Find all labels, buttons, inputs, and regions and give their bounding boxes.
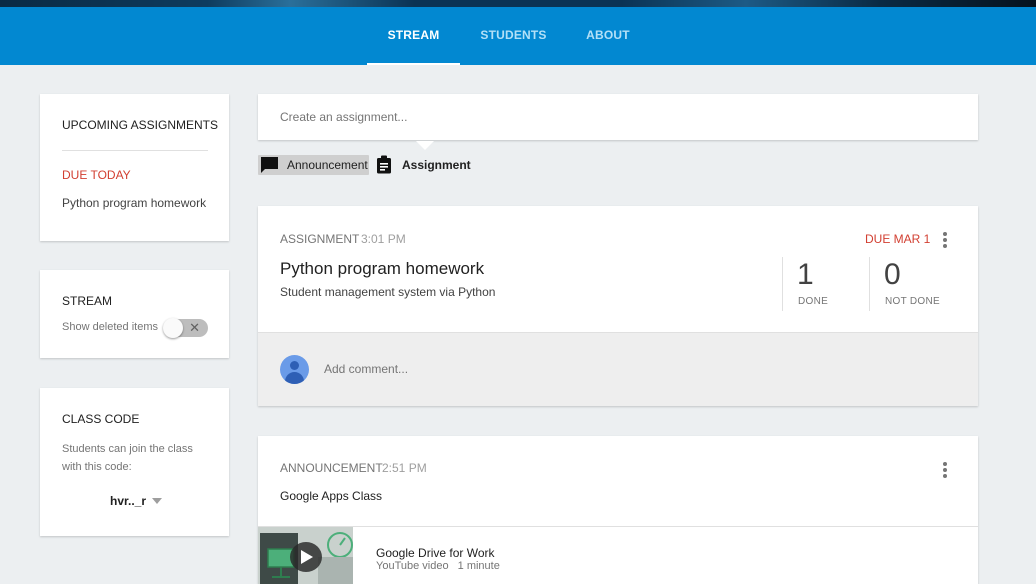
create-assignment-composer[interactable]: Create an assignment... (258, 94, 978, 150)
assignment-button[interactable]: Assignment (374, 155, 474, 175)
assignment-description: Student management system via Python (280, 285, 496, 299)
play-icon (301, 550, 313, 564)
tab-about[interactable]: ABOUT (574, 7, 642, 65)
show-deleted-label: Show deleted items (62, 321, 158, 333)
divider (62, 150, 208, 151)
done-label: DONE (798, 296, 829, 307)
announcement-post-card: ANNOUNCEMENT 2:51 PM Google Apps Class G… (258, 436, 978, 584)
post-type-label: ANNOUNCEMENT (280, 461, 383, 475)
composer-pointer (416, 141, 434, 150)
comment-section: Add comment... (258, 332, 978, 406)
create-assignment-input[interactable]: Create an assignment... (280, 110, 407, 124)
upcoming-assignments-title: UPCOMING ASSIGNMENTS (62, 118, 219, 132)
caret-down-icon[interactable] (152, 498, 162, 504)
done-count[interactable]: 1 (797, 258, 814, 292)
class-code-value: hvr.._r (110, 494, 147, 508)
announcement-button[interactable]: Announcement (258, 155, 369, 175)
assignment-title[interactable]: Python program homework (280, 259, 484, 279)
speech-bubble-icon (261, 157, 278, 173)
video-attachment[interactable]: Google Drive for Work YouTube video 1 mi… (258, 526, 978, 584)
announcement-button-label: Announcement (287, 158, 368, 172)
stream-settings-title: STREAM (62, 294, 113, 308)
video-duration: 1 minute (457, 560, 500, 572)
video-thumbnail[interactable] (258, 527, 353, 584)
avatar (280, 355, 309, 384)
divider (782, 257, 783, 311)
assignment-button-label: Assignment (402, 158, 471, 172)
assignment-post-card: ASSIGNMENT 3:01 PM DUE MAR 1 Python prog… (258, 206, 978, 406)
video-source: YouTube video (376, 560, 449, 572)
upcoming-assignments-card: UPCOMING ASSIGNMENTS DUE TODAY Python pr… (40, 94, 229, 241)
toggle-knob (163, 318, 183, 338)
top-nav: STREAM STUDENTS ABOUT (0, 7, 1036, 65)
tab-stream[interactable]: STREAM (367, 7, 460, 65)
more-vert-icon[interactable] (943, 232, 947, 248)
class-code-title: CLASS CODE (62, 412, 140, 426)
due-today-label: DUE TODAY (62, 168, 131, 182)
post-time: 2:51 PM (382, 461, 427, 475)
post-time: 3:01 PM (361, 232, 406, 246)
announcement-text: Google Apps Class (280, 489, 383, 503)
class-code-hint-line1: Students can join the class (62, 443, 193, 455)
more-vert-icon[interactable] (943, 462, 947, 478)
header-banner-image (0, 0, 1036, 7)
video-meta: YouTube video 1 minute (376, 560, 500, 572)
tab-students[interactable]: STUDENTS (470, 7, 557, 65)
close-icon: ✕ (189, 320, 200, 335)
due-date-label: DUE MAR 1 (865, 232, 931, 246)
divider (869, 257, 870, 311)
add-comment-input[interactable]: Add comment... (324, 362, 408, 376)
video-title[interactable]: Google Drive for Work (376, 546, 494, 560)
upcoming-assignment-link[interactable]: Python program homework (62, 196, 206, 210)
class-code-hint-line2: with this code: (62, 461, 132, 473)
stream-settings-card: STREAM Show deleted items ✕ (40, 270, 229, 358)
not-done-label: NOT DONE (885, 296, 940, 307)
show-deleted-toggle[interactable]: ✕ (163, 318, 208, 338)
post-type-label: ASSIGNMENT (280, 232, 360, 246)
not-done-count[interactable]: 0 (884, 258, 901, 292)
clipboard-icon (377, 155, 391, 174)
class-code-card: CLASS CODE Students can join the class w… (40, 388, 229, 536)
play-button[interactable] (290, 542, 322, 572)
